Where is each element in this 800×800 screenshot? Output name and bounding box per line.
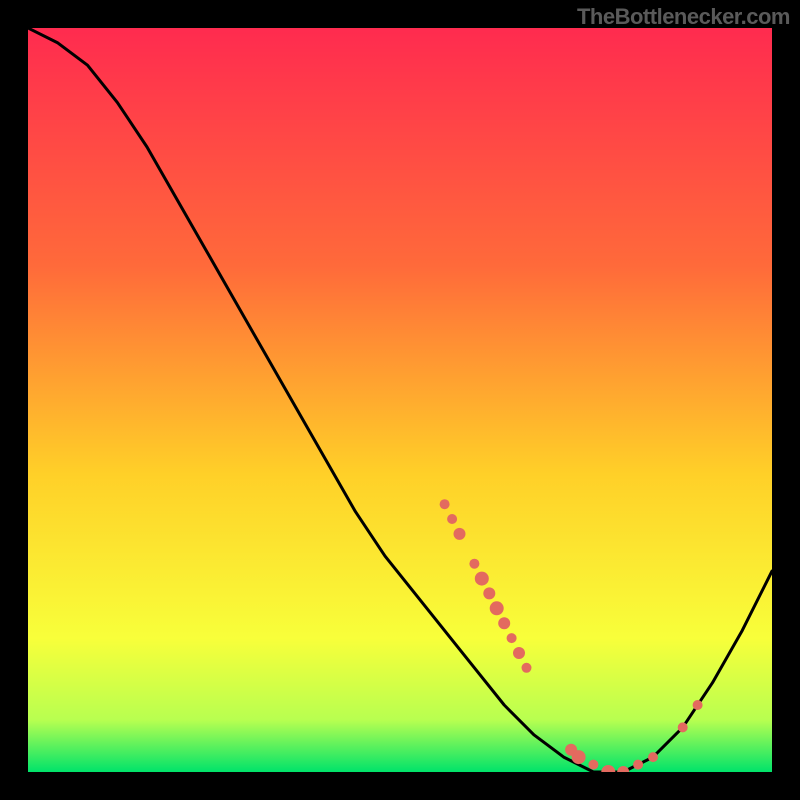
data-point [648, 752, 658, 762]
data-point [588, 760, 598, 770]
data-point [483, 587, 495, 599]
data-point [498, 617, 510, 629]
chart-container: TheBottlenecker.com [0, 0, 800, 800]
plot-background [28, 28, 772, 772]
data-point [490, 601, 504, 615]
data-point [507, 633, 517, 643]
data-point [633, 760, 643, 770]
data-point [522, 663, 532, 673]
data-point [454, 528, 466, 540]
bottleneck-chart [28, 28, 772, 772]
data-point [693, 700, 703, 710]
data-point [447, 514, 457, 524]
data-point [469, 559, 479, 569]
attribution-text: TheBottlenecker.com [577, 4, 790, 30]
data-point [572, 750, 586, 764]
data-point [475, 572, 489, 586]
data-point [440, 499, 450, 509]
data-point [678, 722, 688, 732]
data-point [513, 647, 525, 659]
